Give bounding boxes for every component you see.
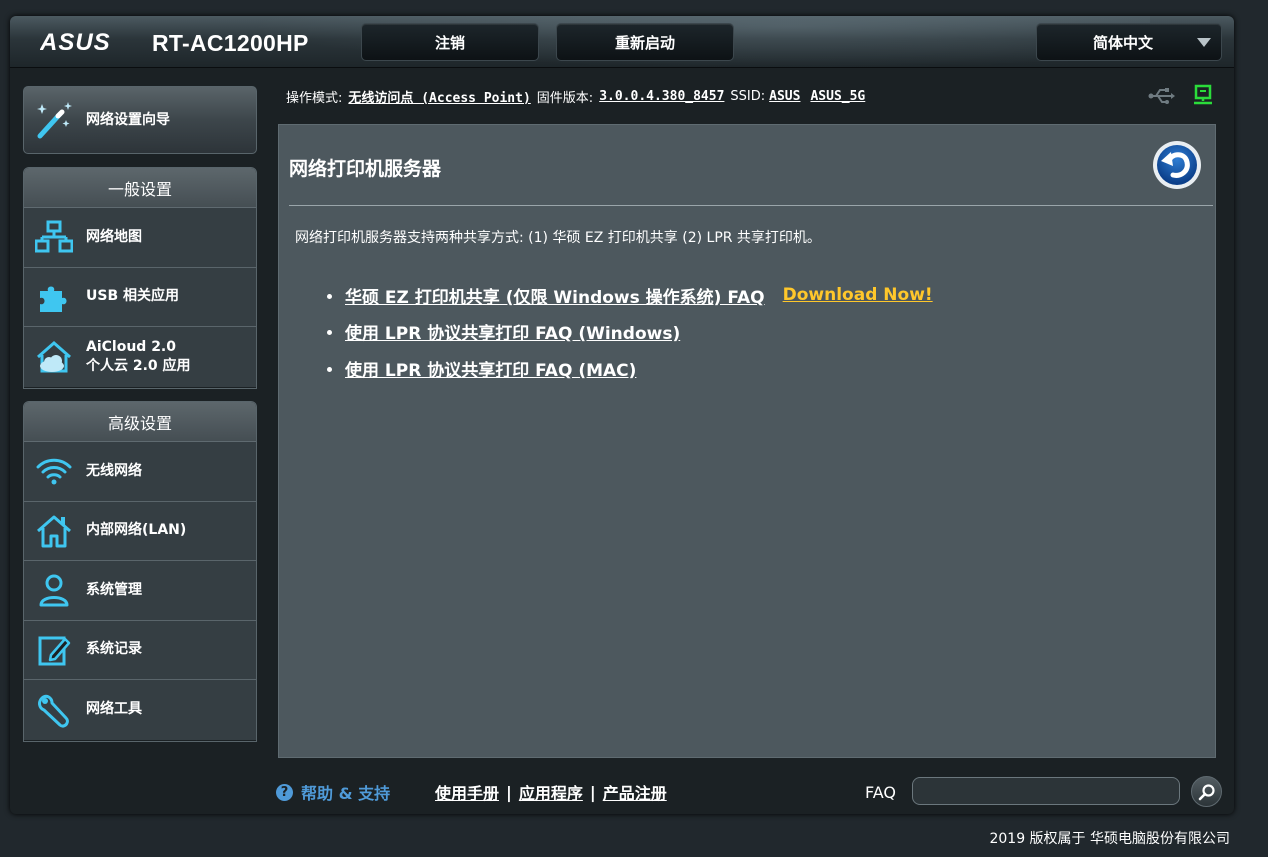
puzzle-icon bbox=[34, 277, 74, 317]
wrench-icon bbox=[34, 690, 74, 730]
sidebar-item-aicloud[interactable]: AiCloud 2.0 个人云 2.0 应用 bbox=[24, 327, 256, 387]
aicloud-label-line1: AiCloud 2.0 bbox=[86, 338, 176, 355]
sidebar-item-label: 系统管理 bbox=[86, 581, 142, 598]
firmware-label: 固件版本: bbox=[536, 90, 594, 106]
sidebar-general-group: 一般设置 网络地图 USB 相关应用 AiCloud 2.0 个人云 2.0 应… bbox=[23, 167, 257, 389]
lpr-mac-faq-link[interactable]: 使用 LPR 协议共享打印 FAQ (MAC) bbox=[345, 356, 636, 381]
log-edit-icon bbox=[34, 630, 74, 670]
router-model: RT-AC1200HP bbox=[152, 30, 309, 56]
search-icon bbox=[1198, 783, 1215, 800]
house-icon bbox=[34, 511, 74, 551]
sidebar-item-lan[interactable]: 内部网络(LAN) bbox=[24, 501, 256, 561]
bullet-icon bbox=[327, 293, 332, 299]
operation-mode-link[interactable]: 无线访问点 (Access Point) bbox=[348, 87, 530, 106]
sidebar-item-administration[interactable]: 系统管理 bbox=[24, 561, 256, 621]
footer-separator: | bbox=[589, 782, 596, 802]
sidebar-item-network-tools[interactable]: 网络工具 bbox=[24, 680, 256, 740]
svg-text:ASUS: ASUS bbox=[40, 31, 111, 53]
status-bar: 操作模式: 无线访问点 (Access Point) 固件版本: 3.0.0.4… bbox=[286, 86, 871, 106]
printer-server-panel: 网络打印机服务器 网络打印机服务器支持两种共享方式: (1) 华硕 EZ 打印机… bbox=[278, 124, 1216, 758]
back-arrow-icon[interactable] bbox=[1151, 139, 1203, 191]
user-admin-icon bbox=[34, 570, 74, 610]
sidebar-item-label: 内部网络(LAN) bbox=[86, 522, 187, 539]
wifi-icon bbox=[34, 451, 74, 491]
sidebar-item-label: 网络工具 bbox=[86, 701, 142, 718]
sidebar-advanced-group: 高级设置 无线网络 内部网络(LAN) 系统管理 系统记录 网络工具 bbox=[23, 401, 257, 742]
aicloud-label-line2: 个人云 2.0 应用 bbox=[86, 357, 191, 374]
question-icon: ? bbox=[276, 783, 293, 801]
logout-button[interactable]: 注销 bbox=[361, 23, 539, 61]
faq-search-input[interactable] bbox=[912, 777, 1180, 805]
footer-separator: | bbox=[506, 782, 512, 802]
sidebar-general-title: 一般设置 bbox=[24, 168, 256, 208]
page-title: 网络打印机服务器 bbox=[289, 158, 442, 180]
list-item: 使用 LPR 协议共享打印 FAQ (MAC) bbox=[327, 350, 933, 387]
top-header: ASUS RT-AC1200HP 注销 重新启动 简体中文 bbox=[10, 16, 1234, 68]
download-now-link[interactable]: Download Now! bbox=[783, 285, 933, 305]
ssid-5g-link[interactable]: ASUS_5G bbox=[810, 89, 865, 104]
router-admin-frame: ASUS RT-AC1200HP 注销 重新启动 简体中文 网络设置向导 一般设… bbox=[10, 16, 1234, 814]
bullet-icon bbox=[327, 330, 332, 336]
ez-printer-faq-link[interactable]: 华硕 EZ 打印机共享 (仅限 Windows 操作系统) FAQ bbox=[345, 283, 765, 308]
operation-mode-label: 操作模式: bbox=[286, 90, 343, 106]
language-select[interactable]: 简体中文 bbox=[1036, 23, 1222, 61]
sidebar-item-usb[interactable]: USB 相关应用 bbox=[24, 267, 256, 327]
magic-wand-icon bbox=[34, 100, 74, 140]
copyright-text: 2019 版权属于 华硕电脑股份有限公司 bbox=[989, 831, 1230, 847]
faq-link-list: 华硕 EZ 打印机共享 (仅限 Windows 操作系统) FAQ Downlo… bbox=[327, 277, 933, 387]
help-support: ? 帮助 & 支持 bbox=[276, 780, 390, 804]
sidebar-item-wireless[interactable]: 无线网络 bbox=[24, 442, 256, 502]
list-item: 华硕 EZ 打印机共享 (仅限 Windows 操作系统) FAQ Downlo… bbox=[327, 277, 933, 314]
sidebar-item-system-log[interactable]: 系统记录 bbox=[24, 620, 256, 680]
bullet-icon bbox=[327, 366, 332, 372]
panel-description: 网络打印机服务器支持两种共享方式: (1) 华硕 EZ 打印机共享 (2) LP… bbox=[295, 230, 821, 246]
product-registration-link[interactable]: 产品注册 bbox=[603, 780, 667, 804]
sidebar-item-label: 网络地图 bbox=[86, 228, 142, 245]
manual-link[interactable]: 使用手册 bbox=[435, 780, 499, 804]
sidebar-item-label: 无线网络 bbox=[86, 462, 142, 479]
sidebar-item-label: USB 相关应用 bbox=[86, 288, 179, 305]
sidebar-advanced-title: 高级设置 bbox=[24, 402, 256, 442]
aicloud-icon bbox=[34, 337, 74, 377]
usb-status-icon[interactable] bbox=[1148, 86, 1176, 106]
sidebar-item-label: 网络设置向导 bbox=[86, 111, 170, 128]
help-support-label: 帮助 & 支持 bbox=[301, 784, 391, 803]
sidebar-item-quick-setup[interactable]: 网络设置向导 bbox=[23, 86, 257, 154]
ssid-24g-link[interactable]: ASUS bbox=[769, 89, 800, 104]
list-item: 使用 LPR 协议共享打印 FAQ (Windows) bbox=[327, 314, 933, 351]
ssid-label: SSID: bbox=[730, 88, 766, 104]
utility-link[interactable]: 应用程序 bbox=[519, 780, 583, 804]
internet-status-icon[interactable] bbox=[1192, 84, 1214, 106]
firmware-version-link[interactable]: 3.0.0.4.380_8457 bbox=[599, 89, 724, 104]
asus-logo: ASUS bbox=[40, 31, 111, 53]
title-divider bbox=[289, 205, 1213, 206]
sidebar-item-label: 系统记录 bbox=[86, 641, 142, 658]
sidebar-item-label: AiCloud 2.0 个人云 2.0 应用 bbox=[86, 338, 191, 376]
sidebar-item-network-map[interactable]: 网络地图 bbox=[24, 208, 256, 268]
footer-links: 使用手册 | 应用程序 | 产品注册 bbox=[435, 780, 667, 804]
lpr-windows-faq-link[interactable]: 使用 LPR 协议共享打印 FAQ (Windows) bbox=[345, 319, 680, 344]
language-label: 简体中文 bbox=[1093, 33, 1154, 52]
reboot-button[interactable]: 重新启动 bbox=[556, 23, 734, 61]
network-map-icon bbox=[34, 217, 74, 257]
chevron-down-icon bbox=[1197, 38, 1211, 47]
faq-label: FAQ bbox=[865, 782, 896, 802]
faq-search-button[interactable] bbox=[1191, 776, 1222, 807]
